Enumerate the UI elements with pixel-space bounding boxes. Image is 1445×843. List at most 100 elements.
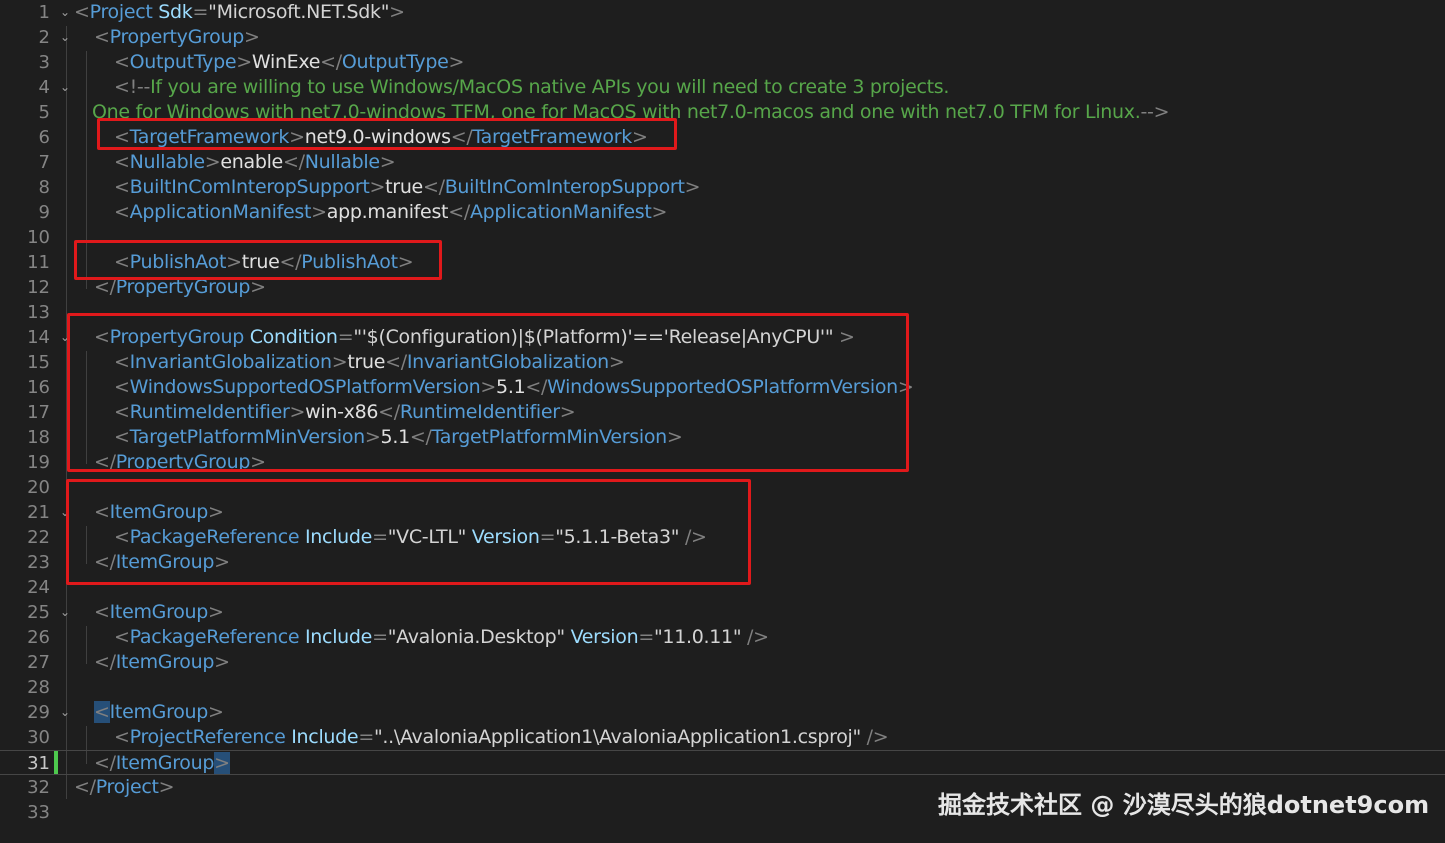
token-br: < [114,201,130,223]
code-line[interactable]: 27 </ItemGroup> [0,650,1445,675]
token-br: </ [74,776,96,798]
line-number: 25 [27,602,50,623]
code-line[interactable]: 28 [0,675,1445,700]
token-br: = [372,626,388,648]
code-line[interactable]: 7 <Nullable>enable</Nullable> [0,150,1445,175]
token-br: --> [1140,101,1170,123]
token-br: < [94,26,110,48]
token-br: > [208,701,224,723]
fold-chevron-icon[interactable]: ⌄ [58,75,72,100]
code-text: <BuiltInComInteropSupport>true</BuiltInC… [114,175,701,200]
line-number: 27 [27,652,50,673]
token-br: </ [282,151,305,173]
token-tag: ItemGroup [109,601,209,623]
token-str: "..\AvaloniaApplication1\AvaloniaApplica… [373,726,861,748]
line-number: 22 [27,527,50,548]
line-number: 4 [38,77,50,98]
token-br: /> [860,726,889,748]
code-line[interactable]: 31 </ItemGroup> [0,750,1445,775]
token-br: < [114,626,130,648]
token-br: </ [94,752,116,774]
code-text: <!--If you are willing to use Windows/Ma… [114,75,949,100]
code-line[interactable]: 1 ⌄ <Project Sdk="Microsoft.NET.Sdk"> [0,0,1445,25]
code-line[interactable]: 8 <BuiltInComInteropSupport>true</BuiltIn… [0,175,1445,200]
code-line[interactable]: 9 <ApplicationManifest>app.manifest</Appl… [0,200,1445,225]
code-text: <Nullable>enable</Nullable> [114,150,396,175]
token-brsel: > [214,752,230,774]
token-attr: Sdk [152,1,193,23]
fold-chevron-icon[interactable]: ⌄ [58,0,72,25]
code-text: <Project Sdk="Microsoft.NET.Sdk"> [74,0,405,25]
line-number: 26 [27,627,50,648]
token-br: < [114,726,130,748]
code-line[interactable]: 25 ⌄ <ItemGroup> [0,600,1445,625]
line-number: 3 [38,52,50,73]
token-br: > [379,151,396,173]
token-br: > [369,176,386,198]
line-number: 31 [27,753,50,774]
line-number: 29 [27,702,50,723]
token-attr: Version [564,626,639,648]
line-number: 16 [27,377,50,398]
token-br: < [114,51,130,73]
line-number: 23 [27,552,50,573]
line-number: 5 [38,102,50,123]
code-line[interactable]: 2 ⌄ <PropertyGroup> [0,25,1445,50]
token-attr: Include [299,626,373,648]
code-text: <ProjectReference Include="..\AvaloniaAp… [114,725,889,750]
line-number: 11 [27,252,50,273]
token-tag: Project [95,776,159,798]
code-line[interactable]: 29 ⌄ <ItemGroup> [0,700,1445,725]
line-number: 8 [38,177,50,198]
token-br: > [208,601,224,623]
token-br: > [204,151,221,173]
fold-chevron-icon[interactable]: ⌄ [58,600,72,625]
token-tag: ApplicationManifest [469,201,652,223]
code-line[interactable]: 30 <ProjectReference Include="..\Avalonia… [0,725,1445,750]
highlight-box-publish-aot [74,240,442,280]
line-number: 2 [38,27,50,48]
token-tag: PackageReference [129,626,300,648]
code-text: </Project> [74,775,175,800]
token-tag: BuiltInComInteropSupport [129,176,370,198]
token-tag: Nullable [129,151,205,173]
token-str: "Avalonia.Desktop" [387,626,565,648]
highlight-box-target-framework [97,118,677,150]
token-br: < [114,176,130,198]
line-number: 30 [27,727,50,748]
code-text: <ItemGroup> [94,600,224,625]
token-br: < [94,601,110,623]
token-tag: ProjectReference [129,726,286,748]
token-tag: Nullable [304,151,380,173]
token-br: > [236,51,252,73]
fold-chevron-icon[interactable]: ⌄ [58,25,72,50]
token-br: > [158,776,175,798]
token-txt: true [385,176,423,198]
line-number: 17 [27,402,50,423]
code-line[interactable]: 4 ⌄ <!--If you are willing to use Windows/… [0,75,1445,100]
token-br: </ [94,651,116,673]
token-br: = [358,726,374,748]
code-text: <OutputType>WinExe</OutputType> [114,50,464,75]
line-number: 1 [38,2,50,23]
token-br: < [74,1,90,23]
token-br: > [389,1,405,23]
code-text: <PropertyGroup> [94,25,260,50]
line-number: 12 [27,277,50,298]
line-number: 7 [38,152,50,173]
token-br: = [192,1,209,23]
code-text: <ApplicationManifest>app.manifest</Appli… [114,200,667,225]
line-number: 28 [27,677,50,698]
code-text: <PackageReference Include="Avalonia.Desk… [114,625,769,650]
token-tag: ItemGroup [115,752,215,774]
line-number: 32 [27,777,50,798]
token-tag: OutputType [341,51,449,73]
token-tag: ApplicationManifest [129,201,312,223]
fold-chevron-icon[interactable]: ⌄ [58,700,72,725]
code-line[interactable]: 3 <OutputType>WinExe</OutputType> [0,50,1445,75]
line-number: 14 [27,327,50,348]
token-br: > [448,51,465,73]
line-number: 18 [27,427,50,448]
line-number: 19 [27,452,50,473]
code-line[interactable]: 26 <PackageReference Include="Avalonia.De… [0,625,1445,650]
